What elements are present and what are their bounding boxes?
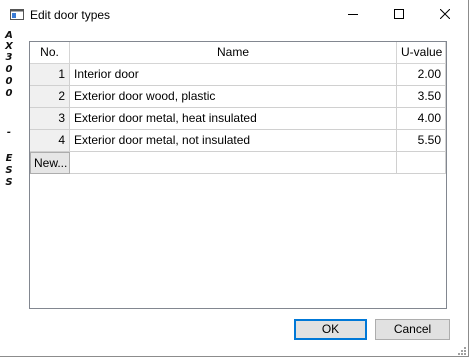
row-number[interactable]: 1: [30, 64, 70, 86]
new-row-u-value-cell[interactable]: [397, 152, 446, 174]
table-row[interactable]: 1 Interior door 2.00: [30, 64, 446, 86]
column-header-u-value[interactable]: U-value: [397, 42, 446, 64]
minimize-icon: [348, 8, 358, 22]
u-value-cell[interactable]: 4.00: [397, 108, 446, 130]
door-name-cell[interactable]: Exterior door wood, plastic: [70, 86, 397, 108]
u-value-cell[interactable]: 3.50: [397, 86, 446, 108]
new-row-name-cell[interactable]: [70, 152, 397, 174]
close-button[interactable]: [422, 0, 468, 30]
table-row[interactable]: 4 Exterior door metal, not insulated 5.5…: [30, 130, 446, 152]
door-name-cell[interactable]: Exterior door metal, heat insulated: [70, 108, 397, 130]
column-header-name[interactable]: Name: [70, 42, 397, 64]
grid-header-row: No. Name U-value: [30, 42, 446, 64]
maximize-button[interactable]: [376, 0, 422, 30]
u-value-cell[interactable]: 5.50: [397, 130, 446, 152]
new-row: New...: [30, 152, 446, 174]
window-app-icon: [10, 9, 24, 20]
door-name-cell[interactable]: Interior door: [70, 64, 397, 86]
door-types-grid[interactable]: No. Name U-value 1 Interior door 2.00 2 …: [29, 41, 447, 309]
maximize-icon: [394, 8, 404, 22]
table-row[interactable]: 2 Exterior door wood, plastic 3.50: [30, 86, 446, 108]
edit-door-types-dialog: Edit door types No. Name U-value 1 Inter…: [0, 0, 469, 357]
row-number[interactable]: 4: [30, 130, 70, 152]
window-title: Edit door types: [30, 8, 111, 22]
title-bar[interactable]: Edit door types: [0, 0, 468, 30]
new-row-button[interactable]: New...: [30, 152, 70, 174]
minimize-button[interactable]: [330, 0, 376, 30]
table-row[interactable]: 3 Exterior door metal, heat insulated 4.…: [30, 108, 446, 130]
row-number[interactable]: 3: [30, 108, 70, 130]
u-value-cell[interactable]: 2.00: [397, 64, 446, 86]
row-number[interactable]: 2: [30, 86, 70, 108]
close-icon: [439, 8, 451, 22]
cancel-button[interactable]: Cancel: [375, 319, 450, 340]
column-header-no[interactable]: No.: [30, 42, 70, 64]
door-name-cell[interactable]: Exterior door metal, not insulated: [70, 130, 397, 152]
screen: A X 3 0 0 0 - E S S Edit door types No. …: [0, 0, 470, 358]
resize-grip-icon[interactable]: [457, 345, 467, 355]
ok-button[interactable]: OK: [294, 319, 367, 340]
